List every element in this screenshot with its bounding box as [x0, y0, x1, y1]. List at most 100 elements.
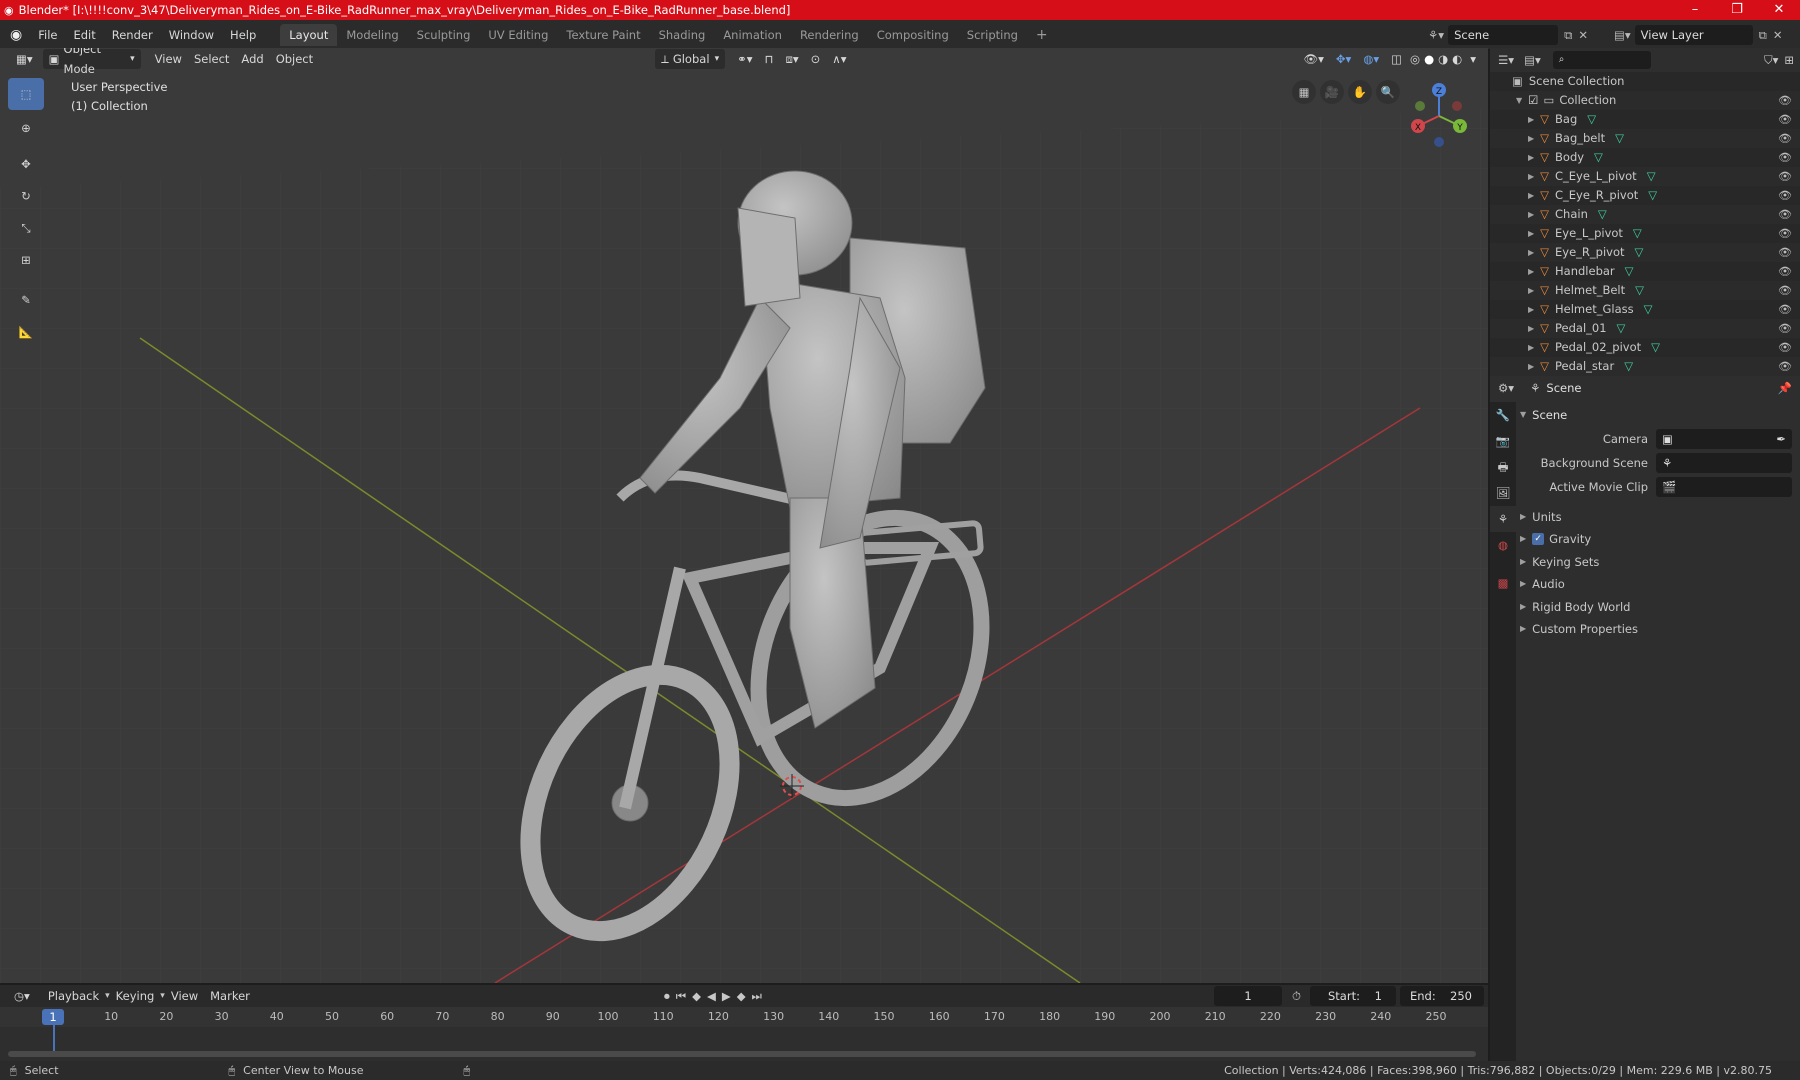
properties-editor-icon[interactable]: ⚙▾: [1498, 381, 1514, 395]
viewport-menu-add[interactable]: Add: [235, 49, 269, 69]
collection-visibility-eye-icon[interactable]: 👁: [1778, 91, 1792, 110]
expand-arrow-icon[interactable]: ▶: [1528, 224, 1534, 243]
playhead-frame-label[interactable]: 1: [42, 1009, 64, 1025]
mesh-data-icon[interactable]: ▽: [1644, 300, 1653, 319]
tab-modeling[interactable]: Modeling: [337, 24, 407, 46]
timeline-menu-keying[interactable]: Keying: [110, 986, 161, 1006]
gizmo-toggle-icon[interactable]: ✥▾: [1330, 49, 1357, 69]
visibility-eye-icon[interactable]: 👁: [1778, 300, 1792, 319]
zoom-icon[interactable]: 🔍: [1376, 80, 1400, 104]
texture-tab-icon[interactable]: ▩: [1490, 570, 1516, 596]
outliner-object-row[interactable]: ▶ ▽ Bag ▽ 👁: [1490, 110, 1800, 129]
visibility-eye-icon[interactable]: 👁: [1778, 262, 1792, 281]
menu-file[interactable]: File: [30, 20, 65, 50]
gravity-checkbox[interactable]: ✓: [1532, 533, 1545, 545]
mesh-data-icon[interactable]: ▽: [1635, 243, 1644, 262]
current-frame-field[interactable]: 1: [1214, 986, 1282, 1006]
scene-section-header[interactable]: ▼ Scene: [1520, 404, 1792, 426]
visibility-eye-icon[interactable]: 👁: [1778, 338, 1792, 357]
mesh-data-icon[interactable]: ▽: [1624, 357, 1633, 376]
rigid-body-world-panel-header[interactable]: ▶ Rigid Body World: [1520, 596, 1792, 618]
falloff-icon[interactable]: ∧▾: [826, 49, 852, 69]
cursor-tool[interactable]: ⊕: [8, 112, 44, 144]
jump-end-icon[interactable]: ⏭: [752, 989, 762, 1004]
expand-arrow-icon[interactable]: ▶: [1528, 357, 1534, 376]
tab-texture-paint[interactable]: Texture Paint: [557, 24, 649, 46]
expand-arrow-icon[interactable]: ▶: [1528, 338, 1534, 357]
outliner-object-row[interactable]: ▶ ▽ Pedal_star ▽ 👁: [1490, 357, 1800, 376]
active-movie-clip-field[interactable]: 🎬: [1656, 477, 1792, 497]
visibility-eye-icon[interactable]: 👁: [1778, 205, 1792, 224]
toggle-grid-icon[interactable]: ▦: [1292, 80, 1316, 104]
blender-menu-icon[interactable]: ◉: [0, 27, 30, 43]
expand-arrow-icon[interactable]: ▶: [1528, 319, 1534, 338]
navigation-gizmo[interactable]: Z Y X: [1404, 80, 1474, 150]
outliner-object-row[interactable]: ▶ ▽ Body ▽ 👁: [1490, 148, 1800, 167]
tab-animation[interactable]: Animation: [714, 24, 791, 46]
camera-field[interactable]: ▣ ✒: [1656, 429, 1792, 449]
move-tool[interactable]: ✥: [8, 148, 44, 180]
tab-uv-editing[interactable]: UV Editing: [479, 24, 557, 46]
mesh-data-icon[interactable]: ▽: [1647, 167, 1656, 186]
scale-tool[interactable]: ⤡: [8, 212, 44, 244]
snap-target-icon[interactable]: ⧈▾: [780, 49, 805, 69]
select-box-tool[interactable]: ⬚: [8, 78, 44, 110]
timeline-scrollbar[interactable]: [8, 1051, 1476, 1057]
mesh-data-icon[interactable]: ▽: [1598, 205, 1607, 224]
collapse-arrow-icon[interactable]: ▼: [1516, 91, 1522, 110]
output-tab-icon[interactable]: 🖶: [1490, 454, 1516, 480]
tool-tab-icon[interactable]: 🔧: [1490, 402, 1516, 428]
record-icon[interactable]: ⏺: [664, 989, 670, 1004]
proportional-edit-icon[interactable]: ⊙: [805, 49, 827, 69]
mesh-data-icon[interactable]: ▽: [1635, 281, 1644, 300]
measure-tool[interactable]: 📐: [8, 316, 44, 348]
filter-icon[interactable]: ⛉▾: [1764, 53, 1778, 68]
play-reverse-icon[interactable]: ◀: [707, 989, 716, 1003]
menu-help[interactable]: Help: [222, 20, 264, 50]
mode-dropdown[interactable]: ▣ Object Mode ▾: [42, 48, 141, 76]
outliner-object-row[interactable]: ▶ ▽ C_Eye_L_pivot ▽ 👁: [1490, 167, 1800, 186]
tab-compositing[interactable]: Compositing: [868, 24, 958, 46]
expand-arrow-icon[interactable]: ▶: [1528, 110, 1534, 129]
play-icon[interactable]: ▶: [722, 989, 731, 1003]
rendered-shading-icon[interactable]: ◐: [1450, 49, 1464, 69]
rotate-tool[interactable]: ↻: [8, 180, 44, 212]
camera-view-icon[interactable]: 🎥: [1320, 80, 1344, 104]
timeline-editor-icon[interactable]: ◷▾: [8, 986, 36, 1006]
transform-orientation-dropdown[interactable]: ⟂ Global ▾: [655, 49, 726, 69]
expand-arrow-icon[interactable]: ▶: [1528, 243, 1534, 262]
viewport-menu-select[interactable]: Select: [188, 49, 235, 69]
custom-properties-panel-header[interactable]: ▶ Custom Properties: [1520, 618, 1792, 640]
expand-arrow-icon[interactable]: ▶: [1528, 300, 1534, 319]
wireframe-shading-icon[interactable]: ◎: [1408, 49, 1422, 69]
frame-ruler[interactable]: 10 20 30 40 50 60 70 80 90 100 110 120 130 140 150 160 1…: [0, 1007, 1488, 1027]
prev-keyframe-icon[interactable]: ◆: [692, 989, 701, 1003]
next-keyframe-icon[interactable]: ◆: [737, 989, 746, 1003]
audio-panel-header[interactable]: ▶ Audio: [1520, 573, 1792, 595]
view-layer-field[interactable]: View Layer: [1634, 25, 1753, 45]
editor-type-icon[interactable]: ▦▾: [10, 49, 39, 69]
outliner-editor-icon[interactable]: ☰▾: [1498, 53, 1514, 67]
outliner-object-row[interactable]: ▶ ▽ Eye_R_pivot ▽ 👁: [1490, 243, 1800, 262]
mesh-data-icon[interactable]: ▽: [1615, 129, 1624, 148]
visibility-eye-icon[interactable]: 👁: [1778, 319, 1792, 338]
pin-icon[interactable]: 📌: [1778, 381, 1792, 395]
visibility-eye-icon[interactable]: 👁: [1778, 243, 1792, 262]
pan-hand-icon[interactable]: ✋: [1348, 80, 1372, 104]
mesh-data-icon[interactable]: ▽: [1651, 338, 1660, 357]
remove-view-layer-icon[interactable]: ✕: [1773, 28, 1783, 42]
mesh-data-icon[interactable]: ▽: [1648, 186, 1657, 205]
stopwatch-icon[interactable]: ⏱: [1292, 989, 1301, 1004]
gravity-panel-header[interactable]: ▶ ✓ Gravity: [1520, 528, 1792, 550]
annotate-tool[interactable]: ✎: [8, 284, 44, 316]
tab-rendering[interactable]: Rendering: [791, 24, 868, 46]
outliner-object-row[interactable]: ▶ ▽ Pedal_01 ▽ 👁: [1490, 319, 1800, 338]
shading-options-icon[interactable]: ▾: [1464, 49, 1482, 69]
outliner-object-row[interactable]: ▶ ▽ Helmet_Belt ▽ 👁: [1490, 281, 1800, 300]
visibility-eye-icon[interactable]: 👁: [1778, 167, 1792, 186]
3d-viewport[interactable]: ▦▾ ▣ Object Mode ▾ View Select Add Objec…: [0, 48, 1488, 983]
background-scene-field[interactable]: ⚘: [1656, 453, 1792, 473]
menu-edit[interactable]: Edit: [65, 20, 103, 50]
expand-arrow-icon[interactable]: ▶: [1528, 205, 1534, 224]
overlay-toggle-icon[interactable]: ◍▾: [1357, 49, 1385, 69]
